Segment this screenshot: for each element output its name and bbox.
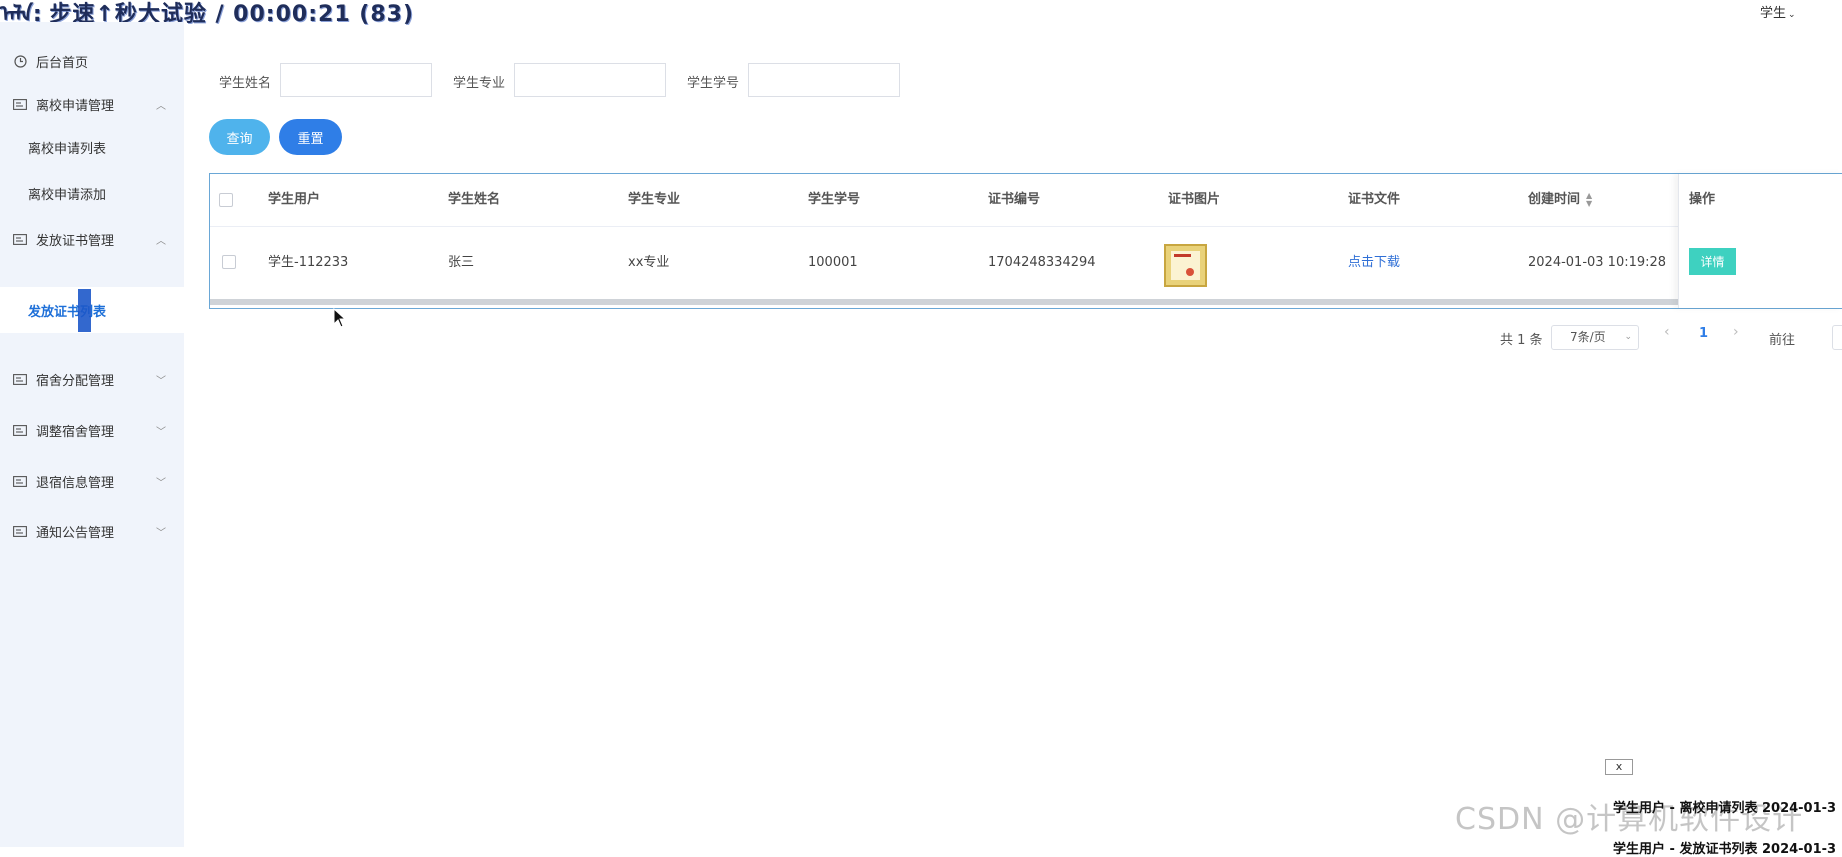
download-link[interactable]: 点击下载	[1348, 227, 1400, 299]
prev-page-icon[interactable]: ‹	[1664, 324, 1670, 340]
mouse-cursor-icon	[333, 307, 347, 332]
query-button[interactable]: 查询	[209, 119, 270, 155]
close-button[interactable]: x	[1605, 759, 1633, 775]
sidebar-item-label: 调整宿舍管理	[36, 424, 115, 440]
sidebar-item-leave-add[interactable]: 离校申请添加	[0, 170, 184, 216]
column-header-label: 创建时间	[1528, 192, 1581, 207]
column-header: 证书图片	[1168, 192, 1221, 207]
cell-name: 张三	[448, 255, 475, 270]
current-page[interactable]: 1	[1699, 326, 1708, 341]
column-header: 学生姓名	[448, 192, 501, 207]
reset-button[interactable]: 重置	[279, 119, 342, 155]
card-icon	[13, 474, 27, 488]
sidebar-item-certificate-management[interactable]: 发放证书管理 ︿	[0, 216, 184, 262]
chevron-down-icon: ﹀	[156, 477, 166, 489]
chevron-up-icon: ︿	[156, 100, 166, 112]
certificate-title-bar	[1174, 254, 1191, 257]
action-column: 操作 详情	[1678, 174, 1842, 308]
chevron-down-icon: ⌄	[1624, 332, 1632, 342]
column-header: 操作	[1689, 192, 1716, 207]
user-label: 学生	[1760, 6, 1787, 21]
cell-created: 2024-01-03 10:19:28	[1528, 255, 1667, 270]
card-icon	[13, 97, 27, 111]
sidebar-item-label: 离校申请列表	[28, 141, 107, 157]
sidebar-item-checkout-info[interactable]: 退宿信息管理 ﹀	[0, 458, 184, 504]
student-id-label: 学生学号	[687, 76, 740, 91]
user-menu[interactable]: 学生 ⌄	[1760, 2, 1796, 21]
column-header: 证书编号	[988, 192, 1041, 207]
sidebar-item-dorm-allocation[interactable]: 宿舍分配管理 ﹀	[0, 356, 184, 402]
sidebar-item-notice[interactable]: 通知公告管理 ﹀	[0, 508, 184, 554]
top-header: ᠠᠯᠠ: 步速↑秒大试验 / 00:00:21 (83) 学生 ⌄	[0, 0, 1842, 27]
column-header: 证书文件	[1348, 192, 1401, 207]
main-panel: 学生姓名 学生专业 学生学号 查询 重置 学生用户 学生姓名 学生专业 学生学号…	[184, 36, 1842, 847]
sidebar-item-dorm-adjust[interactable]: 调整宿舍管理 ﹀	[0, 407, 184, 453]
horizontal-scrollbar[interactable]	[210, 299, 1678, 305]
column-header: 学生学号	[808, 192, 861, 207]
sidebar-item-leave-management[interactable]: 离校申请管理 ︿	[0, 81, 184, 127]
sidebar-item-label: 发放证书列表	[28, 304, 107, 320]
sidebar: 后台首页 离校申请管理 ︿ 离校申请列表 离校申请添加 发放证书管理 ︿ 发放证…	[0, 22, 184, 847]
goto-label: 前往	[1769, 333, 1796, 348]
column-header: 学生用户	[268, 192, 321, 207]
sidebar-item-certificate-list[interactable]: 发放证书列表	[0, 287, 184, 333]
cell-student-no: 100001	[808, 255, 858, 270]
student-major-label: 学生专业	[453, 76, 506, 91]
sidebar-item-label: 发放证书管理	[36, 233, 115, 249]
select-all-checkbox[interactable]	[219, 193, 233, 207]
sidebar-item-leave-list[interactable]: 离校申请列表	[0, 124, 184, 170]
sidebar-item-home[interactable]: 后台首页	[0, 38, 184, 84]
selection-marker	[78, 289, 91, 332]
sidebar-item-label: 通知公告管理	[36, 525, 115, 541]
page-size-value: 7条/页	[1570, 330, 1606, 344]
goto-page-input[interactable]: 1	[1832, 325, 1842, 350]
cell-user: 学生-112233	[268, 255, 349, 270]
total-count: 共 1 条	[1500, 333, 1543, 348]
seal-icon	[1186, 268, 1194, 276]
chevron-down-icon: ﹀	[156, 527, 166, 539]
created-time-header[interactable]: 创建时间 ▲ ▼	[1528, 174, 1592, 226]
chevron-down-icon: ﹀	[156, 426, 166, 438]
chevron-down-icon: ﹀	[156, 375, 166, 387]
card-icon	[13, 524, 27, 538]
sort-icon[interactable]: ▲ ▼	[1586, 191, 1592, 208]
card-icon	[13, 423, 27, 437]
student-id-input[interactable]	[748, 63, 900, 97]
page-size-select[interactable]: 7条/页 ⌄	[1551, 325, 1639, 350]
chevron-down-icon: ⌄	[1788, 10, 1796, 20]
student-name-label: 学生姓名	[219, 76, 272, 91]
student-major-input[interactable]	[514, 63, 666, 97]
student-name-input[interactable]	[280, 63, 432, 97]
row-checkbox[interactable]	[222, 255, 236, 269]
sidebar-item-label: 离校申请添加	[28, 187, 107, 203]
detail-button[interactable]: 详情	[1689, 248, 1736, 275]
sidebar-item-label: 退宿信息管理	[36, 475, 115, 491]
clock-icon	[13, 54, 27, 68]
certificate-thumbnail[interactable]	[1164, 244, 1207, 287]
card-icon	[13, 232, 27, 246]
sidebar-item-label: 宿舍分配管理	[36, 373, 115, 389]
notice-text: 学生用户 - 发放证书列表 2024-01-3 10	[1613, 842, 1842, 857]
card-icon	[13, 372, 27, 386]
cell-cert-no: 1704248334294	[988, 255, 1096, 270]
chevron-up-icon: ︿	[156, 235, 166, 247]
certificate-table: 学生用户 学生姓名 学生专业 学生学号 证书编号 证书图片 证书文件 创建时间 ▲…	[209, 173, 1842, 309]
column-header: 学生专业	[628, 192, 681, 207]
cell-major: xx专业	[628, 255, 670, 270]
sidebar-item-label: 后台首页	[36, 55, 89, 71]
sidebar-item-label: 离校申请管理	[36, 98, 115, 114]
next-page-icon[interactable]: ›	[1733, 324, 1739, 340]
notice-text: 学生用户 - 离校申请列表 2024-01-3 10	[1613, 801, 1842, 816]
